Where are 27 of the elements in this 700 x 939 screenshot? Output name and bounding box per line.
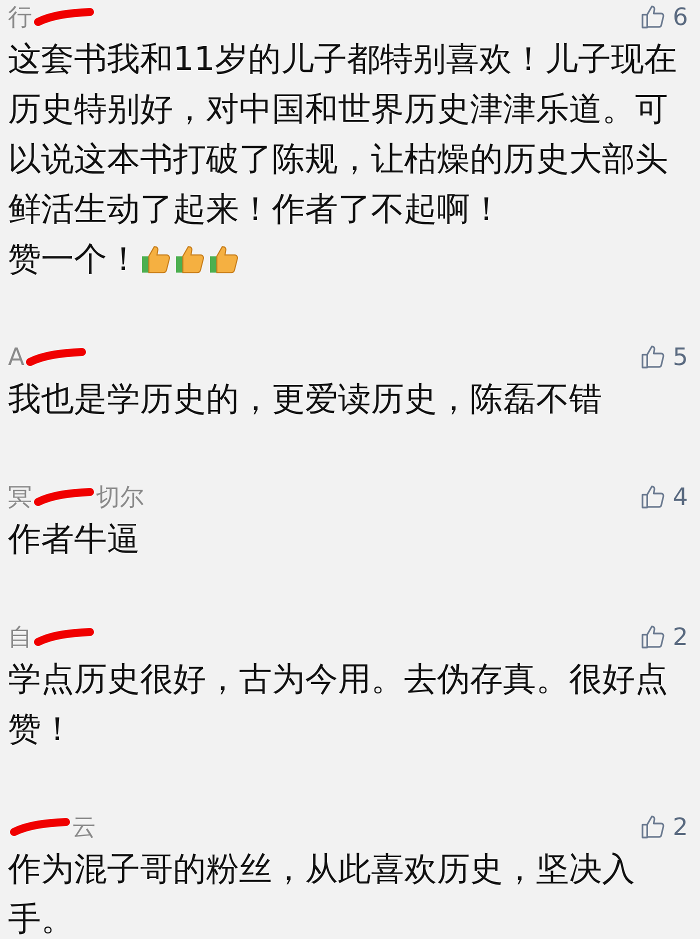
comment-author[interactable]: 云 xyxy=(72,809,96,845)
comment-text: 作者牛逼 xyxy=(8,518,141,560)
like-count: 2 xyxy=(672,622,688,653)
comment-author[interactable]: 切尔 xyxy=(96,479,144,515)
thumbs-up-icon[interactable] xyxy=(638,813,667,841)
redaction-scribble xyxy=(10,817,70,837)
comment-text: 我也是学历史的，更爱读历史，陈磊不错 xyxy=(8,378,603,420)
comment-text: 作为混子哥的粉丝，从此喜欢历史，坚决入手。 xyxy=(8,848,636,939)
redaction-scribble xyxy=(34,487,94,507)
comment-author[interactable]: 行 xyxy=(8,0,32,35)
redaction-scribble xyxy=(34,627,94,647)
comment-author[interactable]: 冥 xyxy=(8,479,32,515)
redaction-scribble xyxy=(34,7,94,27)
redaction-scribble xyxy=(26,347,86,367)
comment-author[interactable]: 自 xyxy=(8,619,32,655)
like-count: 2 xyxy=(672,812,688,843)
like-count: 4 xyxy=(672,482,688,513)
comment-text: 这套书我和11岁的儿子都特别喜欢！儿子现在历史特别好，对中国和世界历史津津乐道。可以说这本书打破了陈规，让枯燥的历史大部头鲜活生动了起来！作者了不起啊！ xyxy=(8,38,678,230)
thumbs-up-icon[interactable] xyxy=(638,3,667,31)
like-count: 6 xyxy=(672,2,688,33)
thumbs-up-icon[interactable] xyxy=(638,623,667,651)
comment-text: 学点历史很好，古为今用。去伪存真。很好点赞！ xyxy=(8,658,669,750)
comment-author[interactable]: A xyxy=(8,339,24,375)
like-count: 5 xyxy=(672,342,688,373)
thumbs-up-icon[interactable] xyxy=(638,343,667,371)
thumbs-up-icon[interactable] xyxy=(638,483,667,511)
comment-text: 赞一个！ xyxy=(8,238,140,280)
